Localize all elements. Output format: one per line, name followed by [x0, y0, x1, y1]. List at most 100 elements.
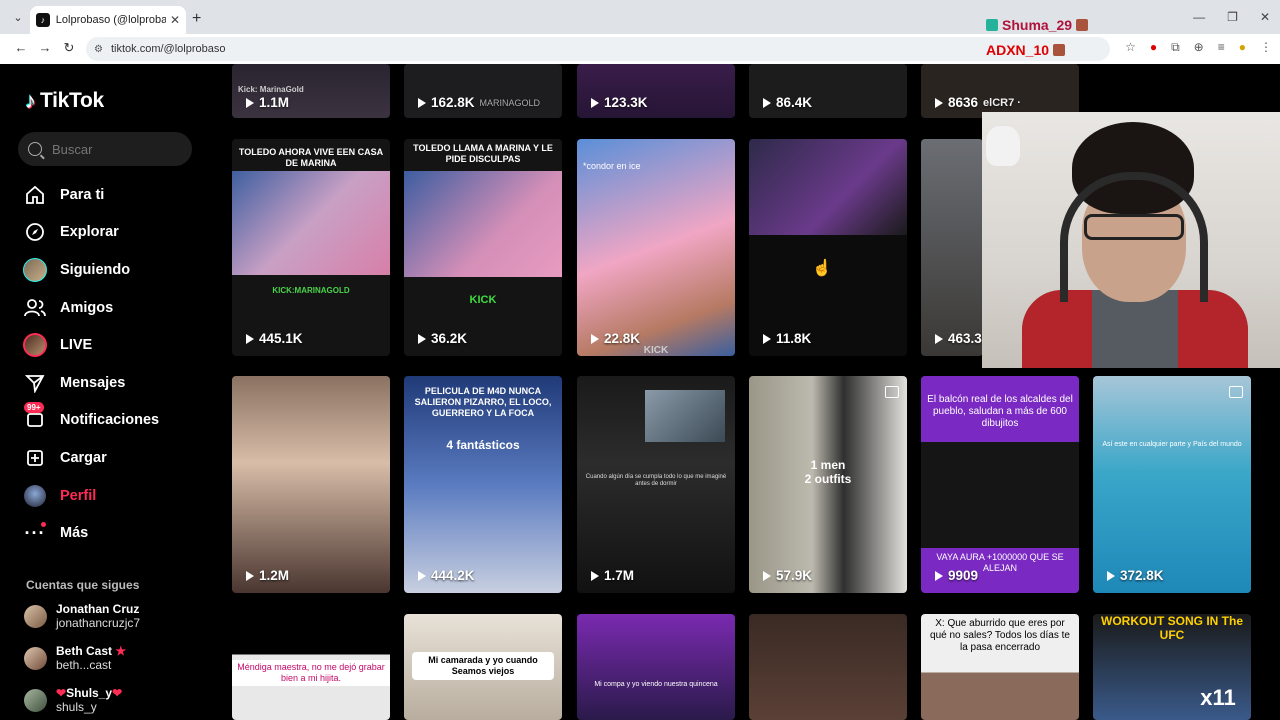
- video-card[interactable]: Kick: MarinaGold 1.1M: [232, 64, 390, 118]
- video-card[interactable]: El balcón real de los alcaldes del puebl…: [921, 376, 1079, 593]
- site-info-icon[interactable]: ⚙: [94, 44, 103, 55]
- address-bar[interactable]: ⚙ tiktok.com/@lolprobaso: [86, 37, 1110, 61]
- account-name-text: Shuls_y: [66, 686, 113, 700]
- video-caption: Así este en cualquier parte y País del m…: [1102, 441, 1242, 448]
- browser-tab[interactable]: ♪ Lolprobaso (@lolprobaso) | TikTok ✕: [30, 6, 186, 34]
- more-icon: ···: [24, 522, 46, 543]
- opera-extension-icon[interactable]: ●: [1150, 40, 1157, 55]
- photo-carousel-icon: [885, 386, 899, 398]
- video-caption: Mi compa y yo viendo nuestra quincena: [594, 681, 718, 688]
- video-caption: KICK: [643, 345, 669, 356]
- extensions-icon[interactable]: ⧉: [1171, 40, 1180, 55]
- video-card[interactable]: Méndiga maestra, no me dejó grabar bien …: [232, 614, 390, 720]
- view-count: 11.8K: [776, 331, 812, 346]
- nav-item-live[interactable]: LIVE: [22, 326, 202, 364]
- view-count: 162.8K: [431, 95, 475, 110]
- hand-cursor-icon: ☝: [812, 260, 832, 277]
- back-icon[interactable]: ←: [12, 40, 30, 58]
- view-count: 57.9K: [776, 568, 813, 583]
- video-card[interactable]: 123.3K: [577, 64, 735, 118]
- video-card[interactable]: 11.8K: [749, 139, 907, 356]
- compass-icon: [22, 221, 48, 243]
- video-card[interactable]: 1.2M: [232, 376, 390, 593]
- heart-icon: ❤: [56, 686, 67, 700]
- nav-item-explorar[interactable]: Explorar: [22, 214, 202, 252]
- view-count: 9909: [948, 568, 979, 583]
- view-count: 1.1M: [259, 95, 290, 110]
- play-icon: [1107, 570, 1115, 581]
- minimize-icon[interactable]: —: [1193, 10, 1205, 24]
- video-card[interactable]: 1 men 2 outfits 57.9K: [749, 376, 907, 593]
- glasses: [1084, 214, 1184, 240]
- video-card[interactable]: 86.4K: [749, 64, 907, 118]
- overlay-username-1: Shuma_29: [986, 17, 1089, 33]
- account-name-text: Beth Cast: [56, 644, 113, 658]
- tab-search-icon[interactable]: ⌄: [8, 11, 28, 29]
- video-card[interactable]: TOLEDO AHORA VIVE EEN CASA DE MARINA KIC…: [232, 139, 390, 356]
- tab-title: Lolprobaso (@lolprobaso) | TikTok: [55, 14, 166, 26]
- overlay-user1-text: Shuma_29: [1002, 17, 1073, 33]
- search-input[interactable]: [52, 141, 182, 157]
- tab-close-icon[interactable]: ✕: [170, 13, 180, 27]
- bookmark-star-icon[interactable]: ☆: [1125, 40, 1136, 55]
- video-card[interactable]: Así este en cualquier parte y País del m…: [1093, 376, 1251, 593]
- new-tab-button[interactable]: +: [192, 10, 201, 28]
- media-icon[interactable]: ⊕: [1194, 40, 1204, 55]
- nav-item-mensajes[interactable]: Mensajes: [22, 364, 202, 402]
- avatar: [24, 688, 47, 712]
- notification-badge: 99+: [24, 402, 44, 414]
- window-close-icon[interactable]: ✕: [1260, 10, 1270, 24]
- play-icon: [591, 97, 599, 108]
- profile-icon[interactable]: ●: [1239, 40, 1246, 55]
- nav-item-para-ti[interactable]: Para ti: [22, 176, 202, 214]
- video-card[interactable]: X: Que aburrido que eres por qué no sale…: [921, 614, 1079, 720]
- nav-label: Más: [60, 525, 89, 542]
- followed-account[interactable]: Beth Cast ★ beth...cast: [24, 644, 126, 672]
- nav-item-cargar[interactable]: Cargar: [22, 439, 202, 477]
- reading-list-icon[interactable]: ≡: [1218, 40, 1225, 55]
- video-card[interactable]: Cuando algún día se cumpla todo lo que m…: [577, 376, 735, 593]
- nav-item-mas[interactable]: ··· Más: [22, 514, 202, 552]
- nav-label: Amigos: [60, 299, 114, 316]
- video-caption: 4 fantásticos: [446, 438, 520, 452]
- browser-toolbar: ← → ↻ ⚙ tiktok.com/@lolprobaso ☆ ● ⧉ ⊕ ≡…: [0, 34, 1280, 64]
- video-card[interactable]: TOLEDO LLAMA A MARINA Y LE PIDE DISCULPA…: [404, 139, 562, 356]
- nav-item-siguiendo[interactable]: Siguiendo: [22, 251, 202, 289]
- video-card[interactable]: 463.3: [921, 139, 983, 356]
- video-card[interactable]: 8636 elCR7 ·: [921, 64, 1079, 118]
- account-name: Beth Cast ★: [56, 644, 126, 658]
- reload-icon[interactable]: ↻: [60, 40, 78, 58]
- forward-icon[interactable]: →: [36, 40, 54, 58]
- play-icon: [418, 570, 426, 581]
- sidebar-nav: Para ti Explorar Siguiendo Amigos LIVE M…: [22, 176, 202, 552]
- nav-item-amigos[interactable]: Amigos: [22, 289, 202, 327]
- video-card[interactable]: Mi camarada y yo cuando Seamos viejos: [404, 614, 562, 720]
- tiktok-logo[interactable]: ♪ TikTok: [25, 88, 104, 114]
- play-icon: [418, 333, 426, 344]
- nav-item-perfil[interactable]: Perfil: [22, 477, 202, 515]
- video-card[interactable]: [749, 614, 907, 720]
- view-count: 445.1K: [259, 331, 303, 346]
- video-caption: TOLEDO LLAMA A MARINA Y LE PIDE DISCULPA…: [413, 143, 553, 164]
- play-icon: [763, 570, 771, 581]
- menu-icon[interactable]: ⋮: [1260, 40, 1272, 55]
- video-card[interactable]: WORKOUT SONG IN The UFC x11: [1093, 614, 1251, 720]
- nav-item-notificaciones[interactable]: 99+ Notificaciones: [22, 402, 202, 440]
- video-card[interactable]: *condor en ice KICK 22.8K: [577, 139, 735, 356]
- maximize-icon[interactable]: ❐: [1227, 10, 1238, 24]
- play-icon: [763, 97, 771, 108]
- nav-label: Perfil: [60, 487, 97, 504]
- tiktok-note-icon: ♪: [25, 88, 36, 113]
- followed-account[interactable]: Jonathan Cruz jonathancruzjc7: [24, 602, 140, 630]
- view-count: 372.8K: [1120, 568, 1164, 583]
- video-card[interactable]: 162.8K MARINAGOLD: [404, 64, 562, 118]
- video-card[interactable]: PELICULA DE M4D NUNCA SALIERON PIZARRO, …: [404, 376, 562, 593]
- view-count: 22.8K: [604, 331, 641, 346]
- play-icon: [246, 97, 254, 108]
- video-caption: elCR7 ·: [983, 96, 1021, 109]
- followed-account[interactable]: ❤Shuls_y❤ shuls_y: [24, 686, 122, 714]
- video-caption: 1 men 2 outfits: [804, 458, 852, 486]
- search-box[interactable]: [18, 132, 192, 166]
- video-card[interactable]: Mi compa y yo viendo nuestra quincena: [577, 614, 735, 720]
- play-icon: [591, 570, 599, 581]
